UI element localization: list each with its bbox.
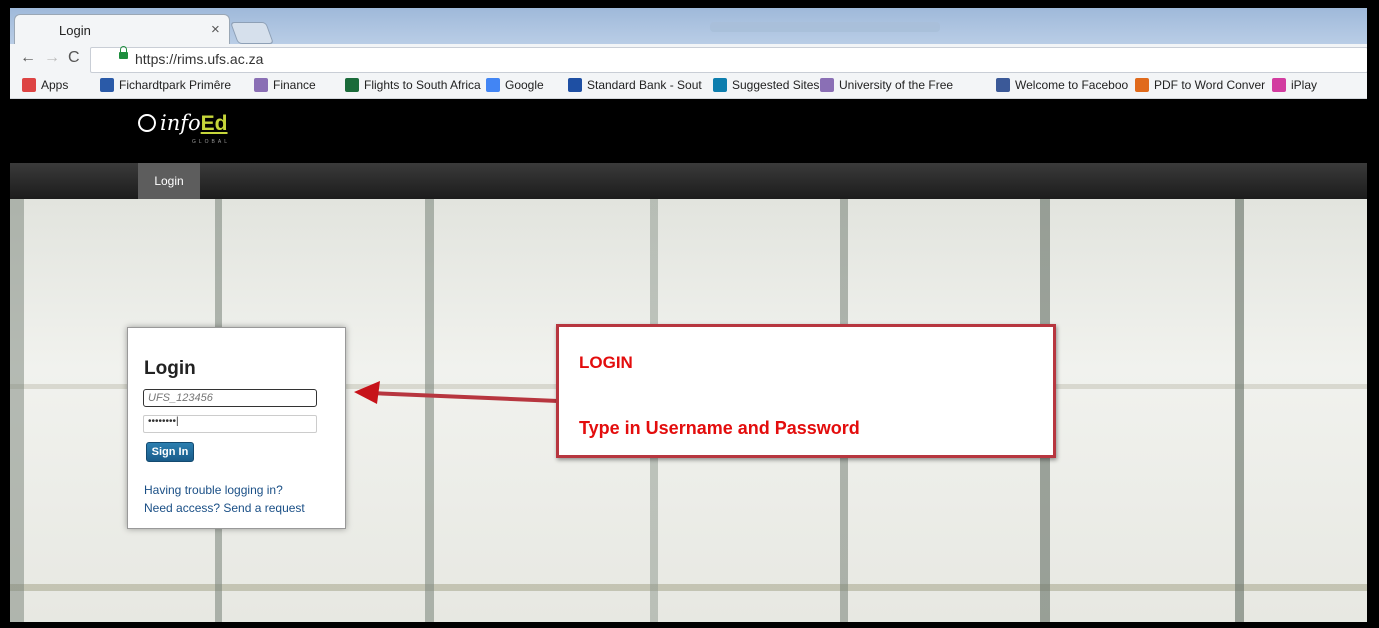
sign-in-button[interactable]: Sign In — [146, 442, 194, 462]
bookmark-label: Apps — [41, 78, 69, 92]
bank-icon — [568, 78, 582, 92]
bookmark-label: Fichardtpark Primêre — [119, 78, 232, 92]
bookmark-label: Welcome to Faceboo — [1015, 78, 1129, 92]
bookmark-pdf-to-word-conver[interactable]: PDF to Word Conver — [1135, 78, 1265, 92]
browser-window: Login × ← → C https://rims.ufs.ac.za App… — [10, 8, 1367, 622]
university-icon — [820, 78, 834, 92]
school-icon — [100, 78, 114, 92]
forward-arrow-icon[interactable]: → — [44, 49, 60, 67]
pdf-icon — [1135, 78, 1149, 92]
bookmark-iplay[interactable]: iPlay — [1272, 78, 1317, 92]
tab-strip: Login × — [10, 8, 1367, 45]
new-tab-button[interactable] — [229, 22, 275, 44]
bookmark-suggested-sites[interactable]: Suggested Sites — [713, 78, 819, 92]
infoed-logo-icon — [138, 114, 156, 132]
url-text: https://rims.ufs.ac.za — [135, 51, 264, 67]
facebook-icon — [996, 78, 1010, 92]
tab-login[interactable]: Login × — [14, 14, 230, 45]
login-panel: Login ••••••••| Sign In Having trouble l… — [127, 327, 346, 529]
bookmark-label: Finance — [273, 78, 316, 92]
address-bar[interactable]: https://rims.ufs.ac.za — [90, 46, 1367, 73]
window-title-blur — [710, 22, 940, 32]
apps-icon — [22, 78, 36, 92]
bookmark-label: Standard Bank - Sout — [587, 78, 702, 92]
password-field[interactable]: ••••••••| — [143, 415, 317, 433]
background-photo-edge — [10, 199, 24, 622]
bookmark-label: Google — [505, 78, 544, 92]
browser-toolbar: ← → C https://rims.ufs.ac.za — [10, 44, 1367, 74]
google-icon — [486, 78, 500, 92]
infoed-logo[interactable]: infoEd GLOBAL — [138, 111, 228, 145]
annotation-arrow — [354, 381, 559, 404]
tab-title: Login — [59, 23, 91, 38]
iplay-icon — [1272, 78, 1286, 92]
callout-title: LOGIN — [579, 353, 633, 372]
close-icon[interactable]: × — [211, 21, 220, 38]
bookmark-flights-to-south-africa[interactable]: Flights to South Africa — [345, 78, 481, 92]
bookmark-label: PDF to Word Conver — [1154, 78, 1266, 92]
bing-icon — [713, 78, 727, 92]
bookmark-label: Suggested Sites — [732, 78, 820, 92]
back-arrow-icon[interactable]: ← — [20, 49, 36, 67]
bookmark-fichardtpark-prim-re[interactable]: Fichardtpark Primêre — [100, 78, 231, 92]
bookmark-finance[interactable]: Finance — [254, 78, 316, 92]
bookmark-university-of-the-free[interactable]: University of the Free — [820, 78, 953, 92]
callout-text: Type in Username and Password — [579, 418, 860, 438]
login-title: Login — [144, 358, 196, 379]
bookmark-apps[interactable]: Apps — [22, 78, 68, 92]
bookmark-label: University of the Free — [839, 78, 954, 92]
nav-login-tab[interactable]: Login — [138, 163, 200, 199]
username-field[interactable] — [143, 389, 317, 407]
bookmark-label: Flights to South Africa — [364, 78, 481, 92]
bookmark-google[interactable]: Google — [486, 78, 544, 92]
screenshot-frame: Login × ← → C https://rims.ufs.ac.za App… — [0, 0, 1379, 628]
reload-icon[interactable]: C — [68, 49, 80, 67]
university-icon — [254, 78, 268, 92]
bookmarks-bar: Apps Fichardtpark Primêre Finance Flights t… — [10, 74, 1367, 99]
trouble-logging-in-link[interactable]: Having trouble logging in? — [144, 483, 283, 497]
annotation-callout: LOGIN Type in Username and Password — [556, 324, 1056, 458]
bookmark-standard-bank-sout[interactable]: Standard Bank - Sout — [568, 78, 702, 92]
bookmark-welcome-to-faceboo[interactable]: Welcome to Faceboo — [996, 78, 1128, 92]
lock-icon — [119, 46, 128, 59]
site-navbar: Login — [10, 163, 1367, 199]
site-header: infoEd GLOBAL — [10, 99, 1367, 163]
bookmark-label: iPlay — [1291, 78, 1318, 92]
plane-icon — [345, 78, 359, 92]
request-access-link[interactable]: Need access? Send a request — [144, 501, 305, 515]
